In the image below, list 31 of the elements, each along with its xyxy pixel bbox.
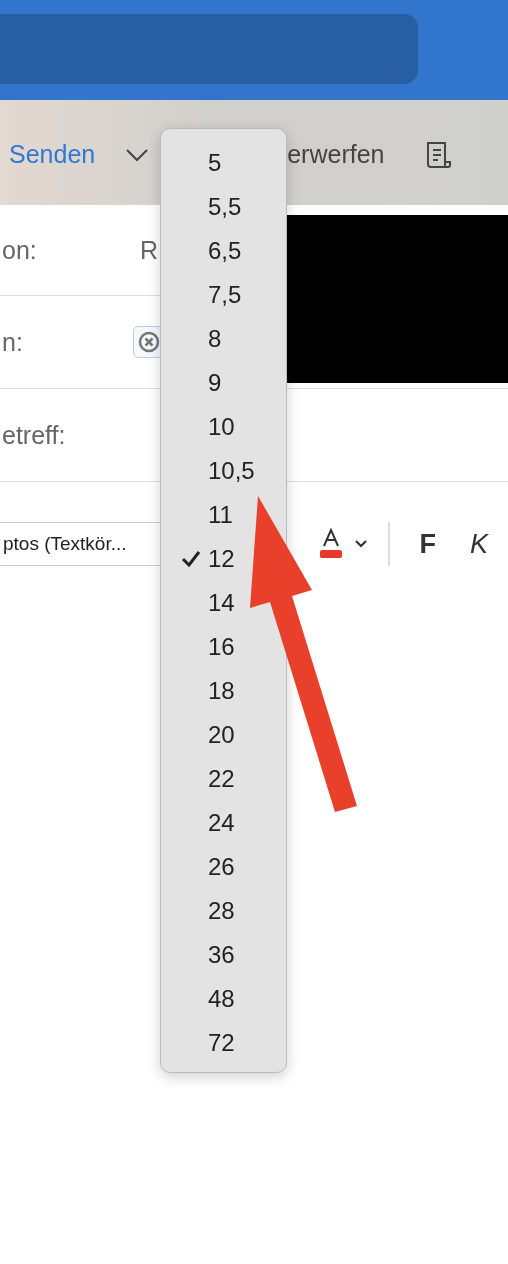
menu-item[interactable]: 5 — [161, 141, 222, 185]
menu-item[interactable]: 7,5 — [161, 273, 242, 317]
menu-item[interactable]: 10,5 — [161, 449, 255, 493]
to-label: n: — [2, 327, 24, 357]
discard-button[interactable]: erwerfen — [287, 140, 385, 169]
menu-item[interactable]: 5,5 — [161, 185, 242, 229]
menu-item[interactable]: 16 — [161, 625, 235, 669]
subject-label: etreff: — [2, 420, 67, 450]
menu-item[interactable]: 22 — [161, 757, 235, 801]
chevron-down-icon[interactable] — [353, 539, 368, 549]
menu-item[interactable]: 14 — [161, 581, 235, 625]
font-color-icon[interactable] — [317, 528, 344, 560]
menu-item[interactable]: 28 — [161, 889, 235, 933]
menu-item[interactable]: 20 — [161, 713, 235, 757]
bold-button[interactable]: F — [419, 528, 437, 560]
menu-item[interactable]: 72 — [161, 1021, 235, 1065]
italic-button[interactable]: K — [470, 528, 489, 560]
menu-item[interactable]: 6,5 — [161, 229, 242, 273]
menu-item[interactable]: 10 — [161, 405, 235, 449]
menu-item[interactable]: 9 — [161, 361, 222, 405]
menu-item[interactable]: 36 — [161, 933, 235, 977]
menu-item[interactable]: 8 — [161, 317, 222, 361]
from-label: on: — [2, 235, 38, 265]
remove-icon[interactable] — [138, 331, 160, 353]
menu-item[interactable]: 26 — [161, 845, 235, 889]
from-value: R — [140, 235, 159, 265]
menu-item[interactable]: 18 — [161, 669, 235, 713]
search-field[interactable] — [0, 14, 418, 84]
menu-item[interactable]: 48 — [161, 977, 235, 1021]
chevron-down-icon[interactable] — [125, 147, 150, 162]
menu-item[interactable]: 24 — [161, 801, 235, 845]
